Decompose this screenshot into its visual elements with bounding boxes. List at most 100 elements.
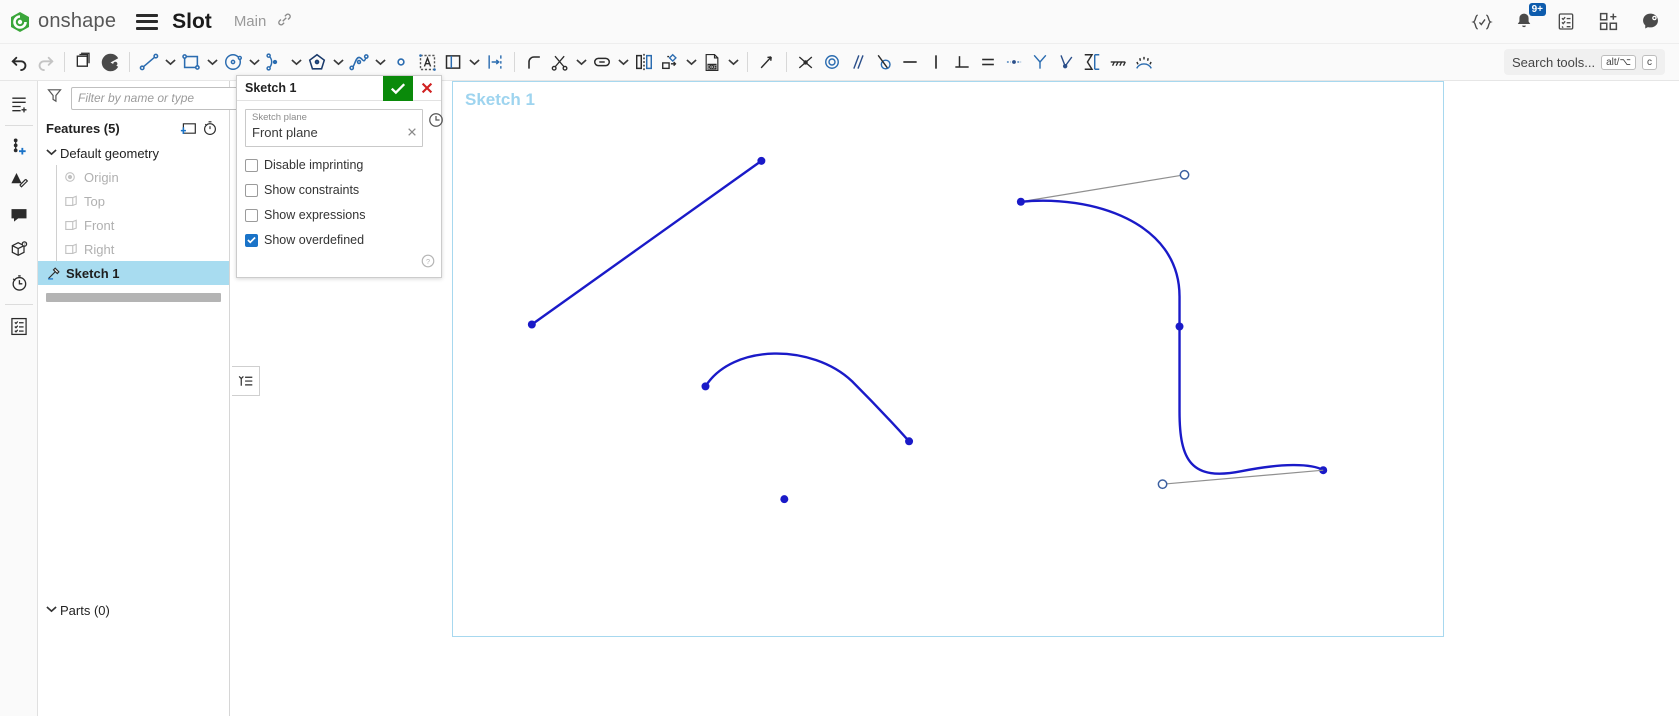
accept-button[interactable] — [383, 76, 413, 101]
fix-icon[interactable] — [1105, 47, 1131, 77]
parallel-icon[interactable] — [845, 47, 871, 77]
coincident-icon[interactable] — [793, 47, 819, 77]
funnel-filter-icon[interactable] — [46, 87, 63, 109]
offset-dropdown-chevron-down-icon[interactable] — [466, 47, 482, 77]
dxf-dropdown-chevron-down-icon[interactable] — [725, 47, 741, 77]
horizontal-icon[interactable] — [897, 47, 923, 77]
circle-dropdown-chevron-down-icon[interactable] — [246, 47, 262, 77]
slot-icon[interactable] — [589, 47, 615, 77]
clear-x-icon[interactable] — [407, 126, 417, 140]
pattern-icon[interactable] — [657, 47, 683, 77]
dimension-icon[interactable] — [482, 47, 508, 77]
sidebar-item-top[interactable]: Top — [38, 189, 229, 213]
onshape-logo[interactable]: onshape — [8, 10, 116, 34]
sketch-line — [532, 161, 762, 325]
polygon-icon[interactable] — [304, 47, 330, 77]
checkbox-show-overdefined[interactable]: Show overdefined — [245, 233, 433, 247]
cancel-button[interactable] — [413, 76, 441, 101]
pierce-icon[interactable] — [1053, 47, 1079, 77]
featurescript-icon[interactable] — [1469, 9, 1495, 35]
sidebar-item-appearance[interactable] — [4, 164, 34, 198]
sidebar-item-insert[interactable] — [4, 130, 34, 164]
sidebar-item-parts[interactable]: ? — [4, 232, 34, 266]
slot-dropdown-chevron-down-icon[interactable] — [615, 47, 631, 77]
help-account-icon[interactable] — [1637, 9, 1663, 35]
parts-section-header[interactable]: Parts (0) — [38, 598, 110, 622]
sidebar-item-sketch-1[interactable]: Sketch 1 — [38, 261, 229, 285]
sidebar-item-comments[interactable] — [4, 198, 34, 232]
trim-icon[interactable] — [547, 47, 573, 77]
redo-icon[interactable] — [32, 47, 58, 77]
line-icon[interactable] — [136, 47, 162, 77]
sidebar-item-right[interactable]: Right — [38, 237, 229, 261]
onshape-logo-icon — [8, 10, 32, 34]
svg-text:?: ? — [426, 257, 430, 266]
sidebar-item-front[interactable]: Front — [38, 213, 229, 237]
sidebar-item-feature-list[interactable] — [4, 309, 34, 343]
help-question-icon[interactable]: ? — [421, 254, 435, 273]
mirror-icon[interactable] — [631, 47, 657, 77]
tree-toggle-icon[interactable] — [232, 366, 260, 396]
text-icon[interactable] — [414, 47, 440, 77]
sidebar-item-origin[interactable]: Origin — [38, 165, 229, 189]
link-icon[interactable] — [276, 11, 293, 33]
offset-icon[interactable] — [440, 47, 466, 77]
tree-rule — [56, 165, 57, 189]
copy-icon[interactable] — [71, 47, 97, 77]
add-folder-icon[interactable] — [177, 118, 199, 138]
concentric-icon[interactable] — [819, 47, 845, 77]
sketch-canvas[interactable] — [453, 82, 1443, 637]
rollback-bar[interactable] — [46, 293, 221, 302]
checkbox-show-expressions[interactable]: Show expressions — [245, 208, 433, 222]
graphics-viewport[interactable]: Sketch 1 — [452, 81, 1444, 637]
comb-icon[interactable] — [1131, 47, 1157, 77]
fillet-icon[interactable] — [521, 47, 547, 77]
rectangle-dropdown-chevron-down-icon[interactable] — [204, 47, 220, 77]
tasks-checklist-icon[interactable] — [1553, 9, 1579, 35]
arc-dropdown-chevron-down-icon[interactable] — [288, 47, 304, 77]
checkbox-disable-imprinting[interactable]: Disable imprinting — [245, 158, 433, 172]
polygon-dropdown-chevron-down-icon[interactable] — [330, 47, 346, 77]
undo-icon[interactable] — [6, 47, 32, 77]
equal-icon[interactable] — [975, 47, 1001, 77]
circle-icon[interactable] — [220, 47, 246, 77]
sidebar-item-history[interactable] — [4, 266, 34, 300]
sketch-point — [780, 495, 788, 503]
checkbox-show-constraints[interactable]: Show constraints — [245, 183, 433, 197]
toolbar-divider — [786, 52, 787, 72]
midpoint-icon[interactable] — [1001, 47, 1027, 77]
clock-history-icon[interactable] — [428, 112, 444, 133]
toolbar-divider — [129, 52, 130, 72]
symmetric-icon[interactable] — [1027, 47, 1053, 77]
vertical-icon[interactable] — [923, 47, 949, 77]
timer-suppress-icon[interactable] — [199, 118, 221, 138]
pattern-dropdown-chevron-down-icon[interactable] — [683, 47, 699, 77]
sketch-plane-value: Front plane — [252, 124, 416, 142]
tangent-icon[interactable] — [871, 47, 897, 77]
arc-icon[interactable] — [262, 47, 288, 77]
checkbox-label: Show constraints — [264, 183, 359, 197]
tree-group-default-geometry[interactable]: Default geometry — [38, 141, 229, 165]
curvature-icon[interactable] — [1079, 47, 1105, 77]
rail-divider — [5, 304, 33, 305]
sketch-view-icon[interactable] — [97, 47, 123, 77]
rectangle-icon[interactable] — [178, 47, 204, 77]
hamburger-icon[interactable] — [136, 14, 158, 30]
point-icon[interactable] — [388, 47, 414, 77]
search-tools-button[interactable]: Search tools... alt/⌥ c — [1504, 49, 1665, 75]
sketch-plane-field[interactable]: Sketch plane Front plane — [245, 109, 423, 147]
dxf-import-icon[interactable]: DXF — [699, 47, 725, 77]
app-store-grid-icon[interactable] — [1595, 9, 1621, 35]
checkbox-box-checked — [245, 234, 258, 247]
trim-dropdown-chevron-down-icon[interactable] — [573, 47, 589, 77]
spline-handle-endpoint — [1180, 171, 1188, 179]
perpendicular-icon[interactable] — [949, 47, 975, 77]
notifications-bell-icon[interactable]: 9+ — [1511, 9, 1537, 35]
line-dropdown-chevron-down-icon[interactable] — [162, 47, 178, 77]
sidebar-item-feature-list-top[interactable] — [4, 87, 34, 121]
branch-label[interactable]: Main — [234, 13, 267, 30]
spline-icon[interactable] — [346, 47, 372, 77]
spline-dropdown-chevron-down-icon[interactable] — [372, 47, 388, 77]
search-input[interactable] — [71, 87, 242, 110]
construction-icon[interactable] — [754, 47, 780, 77]
